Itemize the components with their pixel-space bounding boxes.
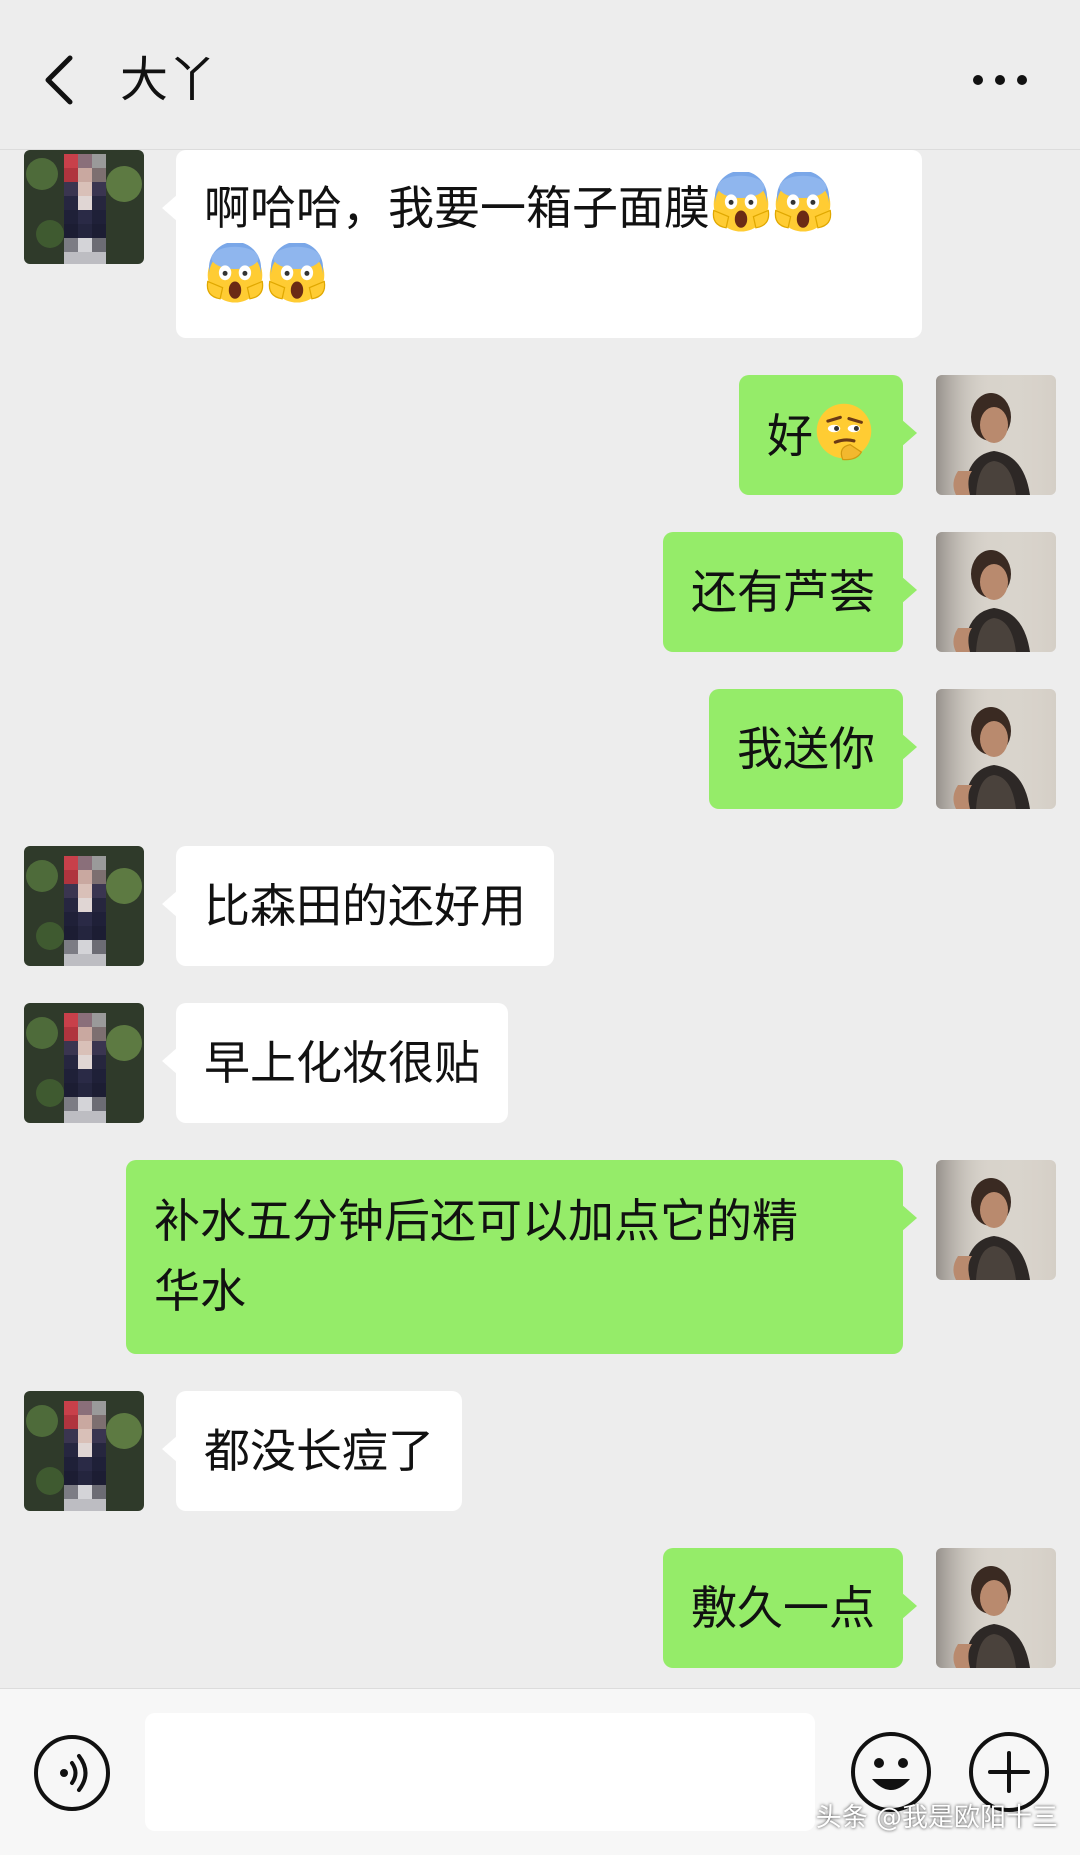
message-text: 早上化妆很贴 [204, 1036, 480, 1090]
my-avatar[interactable] [936, 532, 1056, 652]
message-list[interactable]: 啊哈哈，我要一箱子面膜 好 还有芦荟 我送你 比森田的还好用 早上化妆很贴 补水… [0, 150, 1080, 1688]
message-bubble[interactable]: 补水五分钟后还可以加点它的精 华水 [126, 1160, 917, 1354]
my-avatar[interactable] [936, 689, 1056, 809]
message-bubble[interactable]: 啊哈哈，我要一箱子面膜 [162, 150, 922, 338]
message-text: 敷久一点 [691, 1581, 875, 1635]
message-bubble[interactable]: 比森田的还好用 [162, 846, 554, 966]
message-text: 都没长痘了 [204, 1424, 434, 1478]
watermark: 头条 @我是欧阳十三 [815, 1803, 1058, 1833]
chat-title: 大丫 [120, 52, 217, 108]
my-avatar[interactable] [936, 375, 1056, 495]
voice-icon [34, 1735, 110, 1811]
message-bubble[interactable]: 都没长痘了 [162, 1391, 462, 1511]
contact-avatar[interactable] [24, 846, 144, 966]
chevron-left-icon [45, 55, 73, 105]
back-button[interactable] [30, 40, 90, 120]
message-text: 好 [767, 409, 813, 463]
message-text: 比森田的还好用 [204, 879, 526, 933]
input-bar: 头条 @我是欧阳十三 [0, 1688, 1080, 1855]
message-text: 啊哈哈，我要一箱子面膜 [204, 181, 710, 235]
voice-button[interactable] [32, 1733, 112, 1813]
more-dots-icon [973, 75, 1027, 85]
message-bubble[interactable]: 好 [739, 375, 917, 495]
contact-avatar[interactable] [24, 1003, 144, 1123]
message-bubble[interactable]: 还有芦荟 [663, 532, 917, 652]
face-screaming-in-fear-emoji [204, 243, 266, 305]
face-screaming-in-fear-emoji [266, 243, 328, 305]
message-text-line-2: 华水 [154, 1264, 246, 1318]
face-screaming-in-fear-emoji [710, 172, 772, 234]
face-with-raised-eyebrow-emoji [813, 400, 875, 462]
message-input[interactable] [145, 1713, 815, 1831]
my-avatar[interactable] [936, 1548, 1056, 1668]
contact-avatar[interactable] [24, 150, 144, 264]
message-bubble[interactable]: 我送你 [709, 689, 917, 809]
message-text: 我送你 [737, 722, 875, 776]
message-text-line-1: 补水五分钟后还可以加点它的精 [154, 1194, 798, 1248]
message-bubble[interactable]: 敷久一点 [663, 1548, 917, 1668]
top-bar: 大丫 [0, 0, 1080, 150]
more-button[interactable] [960, 45, 1040, 115]
contact-avatar[interactable] [24, 1391, 144, 1511]
message-bubble[interactable]: 早上化妆很贴 [162, 1003, 508, 1123]
my-avatar[interactable] [936, 1160, 1056, 1280]
face-screaming-in-fear-emoji [772, 172, 834, 234]
message-text: 还有芦荟 [691, 565, 875, 619]
